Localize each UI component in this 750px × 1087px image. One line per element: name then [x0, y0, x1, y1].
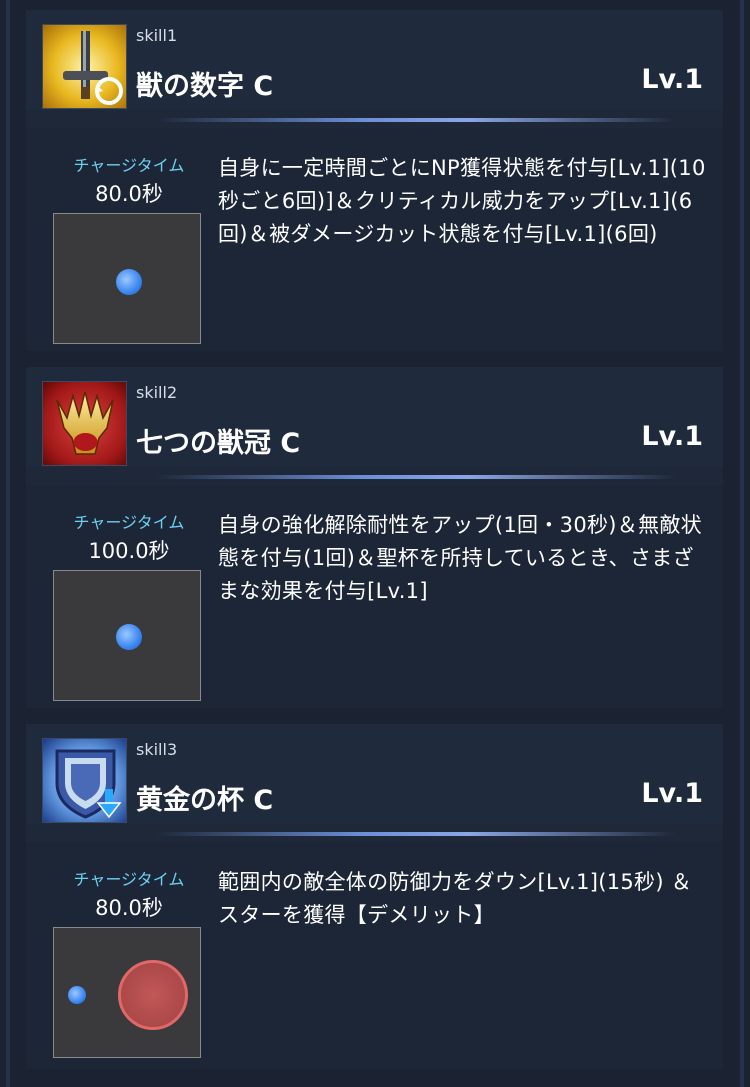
header-divider	[156, 118, 676, 122]
skill-list-screen: skill1 獣の数字 C Lv.1 チャージタイム 80.0秒 自身に一定時間…	[0, 0, 750, 1087]
self-marker-dot	[116, 269, 142, 295]
skill-name: 七つの獣冠 C	[136, 428, 301, 459]
left-frame-line	[6, 0, 10, 1087]
skill-description: 自身に一定時間ごとにNP獲得状態を付与[Lv.1](10秒ごと6回)]＆クリティ…	[218, 156, 706, 246]
skill-range-preview	[53, 570, 201, 701]
skill-header: skill1 獣の数字 C Lv.1	[26, 10, 723, 110]
enemy-area-circle	[118, 960, 188, 1030]
skill-level: Lv.1	[641, 778, 703, 809]
crown-icon	[42, 381, 127, 466]
skill-body: チャージタイム 80.0秒 自身に一定時間ごとにNP獲得状態を付与[Lv.1](…	[26, 128, 723, 351]
skill-description: 範囲内の敵全体の防御力をダウン[Lv.1](15秒) ＆スターを獲得【デメリット…	[218, 870, 693, 927]
skill-description: 自身の強化解除耐性をアップ(1回・30秒)＆無敵状態を付与(1回)＆聖杯を所持し…	[218, 513, 702, 603]
header-divider	[156, 832, 676, 836]
skill-card-1[interactable]: skill1 獣の数字 C Lv.1 チャージタイム 80.0秒 自身に一定時間…	[26, 10, 723, 351]
self-marker-dot	[116, 624, 142, 650]
skill-name: 獣の数字 C	[136, 71, 274, 102]
skill-body: チャージタイム 100.0秒 自身の強化解除耐性をアップ(1回・30秒)＆無敵状…	[26, 485, 723, 708]
skill-card-2[interactable]: skill2 七つの獣冠 C Lv.1 チャージタイム 100.0秒 自身の強化…	[26, 367, 723, 708]
charge-time-label: チャージタイム	[73, 870, 185, 889]
skill-header: skill3 黄金の杯 C Lv.1	[26, 724, 723, 824]
skill-level: Lv.1	[641, 64, 703, 95]
skill-number: skill3	[136, 740, 178, 759]
skill-number: skill1	[136, 26, 178, 45]
right-frame-line	[740, 0, 744, 1087]
header-divider	[156, 475, 676, 479]
skill-level: Lv.1	[641, 421, 703, 452]
skill-number: skill2	[136, 383, 178, 402]
shield-down-icon	[42, 738, 127, 823]
sword-icon	[42, 24, 127, 109]
charge-time-label: チャージタイム	[73, 156, 185, 175]
charge-time-value: 100.0秒	[88, 539, 170, 563]
skill-range-preview	[53, 927, 201, 1058]
skill-header: skill2 七つの獣冠 C Lv.1	[26, 367, 723, 467]
skill-range-preview	[53, 213, 201, 344]
charge-time-label: チャージタイム	[73, 513, 185, 532]
skill-card-3[interactable]: skill3 黄金の杯 C Lv.1 チャージタイム 80.0秒 範囲内の敵全体…	[26, 724, 723, 1069]
skill-body: チャージタイム 80.0秒 範囲内の敵全体の防御力をダウン[Lv.1](15秒)…	[26, 842, 723, 1069]
charge-time-value: 80.0秒	[95, 182, 163, 206]
skill-name: 黄金の杯 C	[136, 785, 274, 816]
self-marker-dot	[68, 986, 86, 1004]
charge-time-value: 80.0秒	[95, 896, 163, 920]
